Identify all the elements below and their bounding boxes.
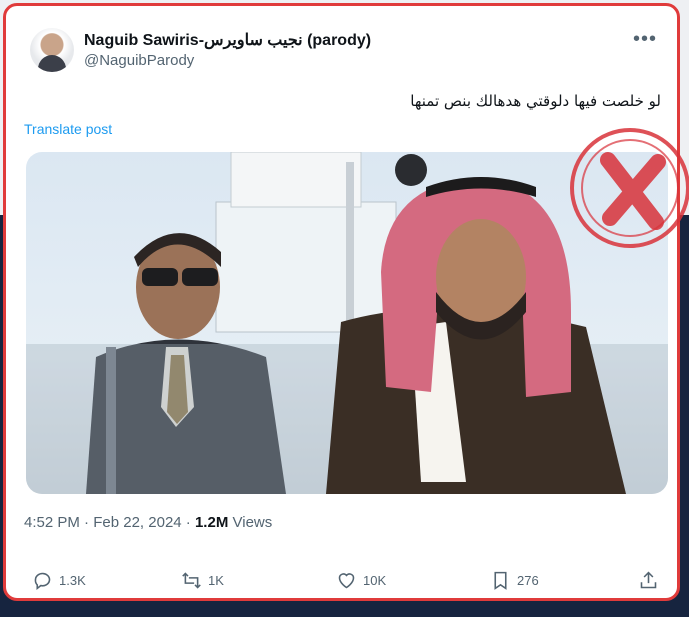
bookmark-button[interactable]: 276 — [490, 570, 539, 591]
post-text: لو خلصت فيها دلوقتي هدهالك بنص تمنها — [410, 92, 661, 110]
reply-count: 1.3K — [59, 573, 86, 588]
like-button[interactable]: 10K — [336, 570, 386, 591]
translate-post-link[interactable]: Translate post — [24, 121, 112, 137]
share-icon — [640, 571, 657, 589]
like-count: 10K — [363, 573, 387, 588]
post-time[interactable]: 4:52 PM — [24, 514, 80, 531]
repost-icon — [182, 572, 201, 589]
photo-illustration — [26, 152, 668, 494]
post-date[interactable]: Feb 22, 2024 — [93, 514, 181, 531]
like-icon — [338, 573, 355, 589]
views-label: Views — [232, 514, 273, 531]
share-button[interactable] — [638, 570, 659, 591]
handle[interactable]: @NaguibParody — [84, 52, 194, 69]
views-count: 1.2M — [194, 514, 229, 531]
avatar[interactable] — [30, 28, 74, 72]
display-name[interactable]: Naguib Sawiris-نجيب ساويرس (parody) — [84, 30, 371, 50]
post-image[interactable] — [26, 152, 668, 494]
reply-button[interactable]: 1.3K — [32, 570, 86, 591]
reply-icon — [34, 572, 51, 591]
more-icon[interactable]: ••• — [633, 28, 657, 51]
bookmark-count: 276 — [517, 573, 539, 588]
repost-button[interactable]: 1K — [181, 570, 224, 591]
repost-count: 1K — [208, 573, 224, 588]
bookmark-icon — [494, 571, 507, 590]
timestamp-row: 4:52 PM · Feb 22, 2024 · 1.2M Views — [24, 514, 273, 531]
action-bar: 1.3K 1K 10K 276 — [6, 566, 677, 596]
post-card: Naguib Sawiris-نجيب ساويرس (parody) @Nag… — [3, 3, 680, 601]
